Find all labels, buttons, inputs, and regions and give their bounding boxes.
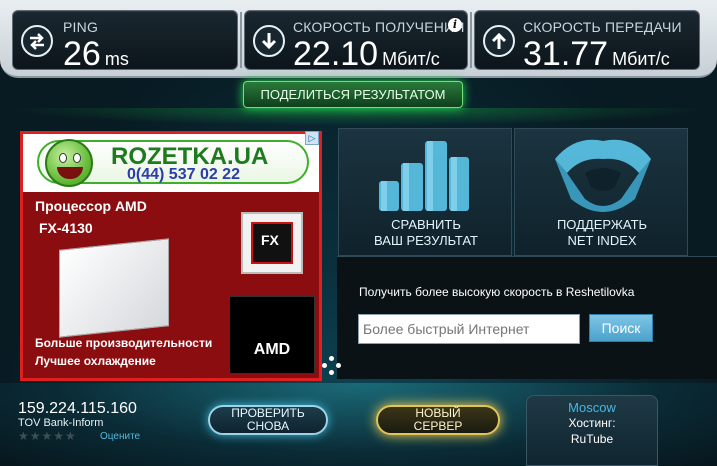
smiley-eye bbox=[73, 153, 81, 163]
compare-caption: СРАВНИТЬ ВАШ РЕЗУЛЬТАТ bbox=[339, 217, 513, 249]
search-button[interactable]: Поиск bbox=[589, 314, 653, 342]
ad-header: ROZETKA.UA 0(44) 537 02 22 bbox=[23, 134, 319, 192]
chip-label: FX bbox=[261, 232, 279, 248]
download-value: 22.10 Мбит/с bbox=[293, 35, 440, 74]
dot bbox=[329, 370, 334, 375]
cpu-chip-image: FX bbox=[241, 212, 303, 274]
share-results-button[interactable]: ПОДЕЛИТЬСЯ РЕЗУЛЬТАТОМ bbox=[243, 81, 463, 108]
ad-bottom2: Лучшее охлаждение bbox=[35, 354, 156, 368]
ad-bottom1: Больше производительности bbox=[35, 336, 213, 350]
upload-arrow-icon bbox=[483, 25, 515, 57]
rate-label: Оцените bbox=[100, 431, 141, 442]
speedtest-app: PING 26 ms СКОРОСТЬ ПОЛУЧЕНИЯ 22.10 Мбит/с… bbox=[0, 0, 717, 466]
smiley-mouth bbox=[57, 167, 83, 179]
upload-value: 31.77 Мбит/с bbox=[523, 35, 670, 74]
host-name: RuTube bbox=[570, 432, 614, 446]
rating-stars[interactable]: ★★★★★ bbox=[18, 429, 77, 443]
support-caption: ПОДДЕРЖАТЬ NET INDEX bbox=[515, 217, 689, 249]
isp-name: TOV Bank-Inform bbox=[18, 417, 104, 429]
download-number: 22.10 bbox=[293, 35, 379, 73]
bar-chart-icon bbox=[379, 141, 469, 211]
info-icon[interactable]: i bbox=[448, 18, 462, 32]
amd-logo: AMD bbox=[229, 296, 315, 374]
ad-line2: FX-4130 bbox=[39, 220, 93, 236]
retest-button[interactable]: ПРОВЕРИТЬ СНОВА bbox=[208, 405, 328, 435]
ip-address: 159.224.115.160 bbox=[18, 400, 137, 417]
download-panel: СКОРОСТЬ ПОЛУЧЕНИЯ 22.10 Мбит/с bbox=[244, 10, 468, 73]
loading-dots-icon bbox=[322, 356, 342, 376]
upload-unit: Мбит/с bbox=[612, 49, 670, 69]
download-label: СКОРОСТЬ ПОЛУЧЕНИЯ bbox=[293, 19, 465, 35]
divider bbox=[470, 12, 472, 68]
ad-phone: 0(44) 537 02 22 bbox=[127, 166, 240, 183]
product-box-image bbox=[59, 238, 169, 338]
upload-panel: СКОРОСТЬ ПЕРЕДАЧИ 31.77 Мбит/с bbox=[474, 10, 700, 73]
ping-label: PING bbox=[63, 19, 99, 35]
divider bbox=[240, 12, 242, 68]
ping-number: 26 bbox=[63, 35, 101, 73]
net-index-logo-icon bbox=[555, 139, 651, 212]
upload-number: 31.77 bbox=[523, 35, 609, 73]
upload-label: СКОРОСТЬ ПЕРЕДАЧИ bbox=[523, 19, 682, 35]
support-line1: ПОДДЕРЖАТЬ bbox=[556, 217, 648, 232]
stats-bar: PING 26 ms СКОРОСТЬ ПОЛУЧЕНИЯ 22.10 Мбит/с… bbox=[0, 0, 717, 78]
ping-unit: ms bbox=[104, 49, 129, 69]
server-city[interactable]: Moscow bbox=[527, 400, 657, 415]
support-line2: NET INDEX bbox=[567, 233, 637, 248]
dot bbox=[322, 363, 327, 368]
support-netindex-tile[interactable]: ПОДДЕРЖАТЬ NET INDEX bbox=[514, 128, 688, 256]
ping-panel: PING 26 ms bbox=[12, 10, 238, 73]
smiley-icon bbox=[45, 139, 93, 187]
dot bbox=[329, 356, 334, 361]
adchoices-icon[interactable]: ▷ bbox=[305, 131, 319, 145]
compare-line2: ВАШ РЕЗУЛЬТАТ bbox=[374, 233, 478, 248]
download-arrow-icon bbox=[253, 25, 285, 57]
compare-line1: СРАВНИТЬ bbox=[391, 217, 461, 232]
newserver-line2: СЕРВЕР bbox=[413, 419, 463, 433]
host-label: Хостинг: bbox=[568, 416, 616, 430]
faster-internet-panel: Получить более высокую скорость в Reshet… bbox=[337, 256, 717, 379]
smiley-eye bbox=[59, 153, 67, 163]
compare-results-tile[interactable]: СРАВНИТЬ ВАШ РЕЗУЛЬТАТ bbox=[338, 128, 512, 256]
glow-line bbox=[0, 108, 717, 126]
download-unit: Мбит/с bbox=[382, 49, 440, 69]
ad-banner[interactable]: ROZETKA.UA 0(44) 537 02 22 Процессор AMD… bbox=[20, 131, 322, 381]
ad-line1: Процессор AMD bbox=[35, 198, 147, 214]
ping-arrows-icon bbox=[21, 25, 53, 57]
ping-value: 26 ms bbox=[63, 35, 129, 74]
retest-line2: СНОВА bbox=[246, 419, 290, 433]
dot bbox=[336, 363, 341, 368]
new-server-button[interactable]: НОВЫЙ СЕРВЕР bbox=[376, 405, 500, 435]
faster-internet-input[interactable] bbox=[358, 314, 580, 344]
faster-label: Получить более высокую скорость в Reshet… bbox=[359, 285, 635, 299]
